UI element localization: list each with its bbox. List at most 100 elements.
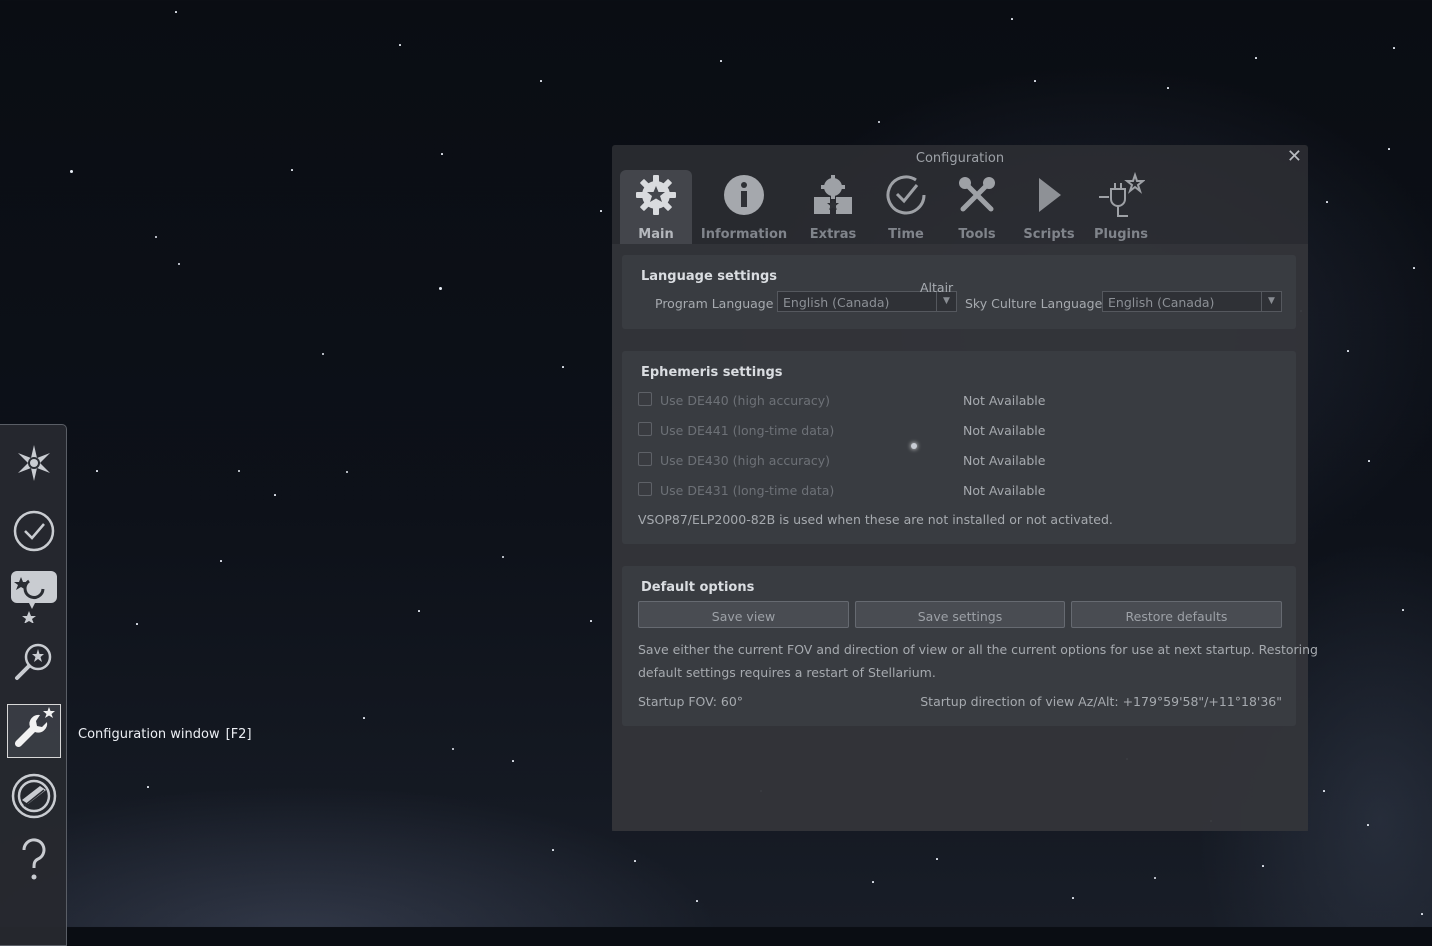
configuration-button[interactable] (7, 704, 61, 758)
help-button[interactable] (7, 835, 61, 889)
restore-defaults-button[interactable]: Restore defaults (1071, 601, 1282, 628)
close-button[interactable]: ✕ (1287, 146, 1302, 167)
search-button[interactable] (7, 637, 61, 691)
star (136, 623, 138, 625)
close-icon: ✕ (1286, 146, 1302, 167)
de441-checkbox[interactable] (638, 422, 652, 436)
star (1347, 350, 1349, 352)
wrench-icon (10, 705, 58, 757)
astronomical-calculations-button[interactable] (7, 771, 61, 825)
star (1393, 47, 1395, 49)
star (346, 471, 348, 473)
star (1388, 148, 1390, 150)
help-icon (14, 836, 54, 888)
de440-label: Use DE440 (high accuracy) (660, 393, 831, 408)
star (634, 860, 636, 862)
tools-icon (955, 170, 999, 220)
sky-culture-language-label: Sky Culture Language (965, 296, 1103, 311)
ephemeris-settings-group: Ephemeris settings Use DE440 (high accur… (622, 351, 1296, 544)
language-settings-group: Language settings Program Language Engli… (622, 255, 1296, 329)
star (562, 366, 564, 368)
star (512, 760, 514, 762)
tab-bar: Main Information Extras Time Tools Scrip… (612, 169, 1308, 244)
startup-fov: Startup FOV: 60° (638, 694, 744, 709)
date-time-button[interactable] (7, 506, 61, 560)
save-view-button[interactable]: Save view (638, 601, 849, 628)
star (552, 849, 554, 851)
save-settings-button[interactable]: Save settings (855, 601, 1065, 628)
sky-culture-language-value: English (Canada) (1108, 295, 1215, 310)
tab-tools[interactable]: Tools (947, 170, 1007, 244)
time-icon (884, 170, 928, 220)
star-label: Altair (920, 280, 954, 295)
extras-icon (811, 170, 855, 220)
group-title: Ephemeris settings (641, 365, 783, 380)
de440-status: Not Available (963, 393, 1046, 408)
tab-label: Main (638, 227, 674, 242)
star (1167, 87, 1169, 89)
group-title: Default options (641, 580, 755, 595)
tab-time[interactable]: Time (876, 170, 936, 244)
de431-label: Use DE431 (long-time data) (660, 483, 835, 498)
tooltip-shortcut: [F2] (225, 727, 252, 742)
star (590, 620, 592, 622)
sky-viewing-options-button[interactable] (7, 571, 61, 625)
program-language-label: Program Language (655, 296, 774, 311)
star (96, 470, 98, 472)
tab-plugins[interactable]: Plugins (1090, 170, 1152, 244)
left-toolbar (0, 424, 67, 946)
star (291, 169, 293, 171)
star (1011, 18, 1013, 20)
star (1154, 877, 1156, 879)
tab-extras[interactable]: Extras (798, 170, 868, 244)
plugins-icon (1097, 170, 1145, 220)
star (155, 236, 157, 238)
star (439, 287, 442, 290)
tab-label: Scripts (1023, 227, 1075, 242)
star (399, 44, 401, 46)
play-icon (1031, 170, 1067, 220)
de441-label: Use DE441 (long-time data) (660, 423, 835, 438)
program-language-value: English (Canada) (783, 295, 890, 310)
tab-label: Extras (809, 227, 857, 242)
de431-checkbox[interactable] (638, 482, 652, 496)
star (238, 470, 240, 472)
star (418, 610, 420, 612)
location-button[interactable] (7, 438, 61, 492)
tab-main[interactable]: Main (620, 170, 692, 244)
de440-checkbox[interactable] (638, 392, 652, 406)
clock-icon (12, 509, 56, 557)
star (720, 60, 722, 62)
star (600, 210, 602, 212)
group-title: Language settings (641, 269, 778, 284)
star (1367, 824, 1369, 826)
star (178, 263, 180, 265)
de430-checkbox[interactable] (638, 452, 652, 466)
star (1262, 865, 1264, 867)
star (452, 748, 454, 750)
star (696, 900, 698, 902)
star (1072, 897, 1074, 899)
chevron-down-icon: ▼ (1261, 292, 1281, 311)
tab-label: Information (700, 227, 788, 242)
de441-status: Not Available (963, 423, 1046, 438)
star (70, 170, 73, 173)
star (1413, 267, 1415, 269)
tooltip: Configuration window [F2] (78, 727, 252, 742)
star (1326, 201, 1328, 203)
star (1402, 609, 1404, 611)
sky-culture-language-select[interactable]: English (Canada) ▼ (1102, 291, 1282, 312)
star (540, 80, 542, 82)
tab-label: Plugins (1094, 227, 1148, 242)
tab-label: Time (888, 227, 924, 242)
tab-scripts[interactable]: Scripts (1018, 170, 1080, 244)
main-tab-content: Language settings Program Language Engli… (612, 244, 1318, 831)
star (363, 717, 365, 719)
de430-label: Use DE430 (high accuracy) (660, 453, 831, 468)
de430-status: Not Available (963, 453, 1046, 468)
star (878, 121, 880, 123)
tab-information[interactable]: Information (700, 170, 788, 244)
sky-viewing-options-icon (9, 569, 59, 627)
star (1034, 80, 1036, 82)
star (872, 881, 874, 883)
